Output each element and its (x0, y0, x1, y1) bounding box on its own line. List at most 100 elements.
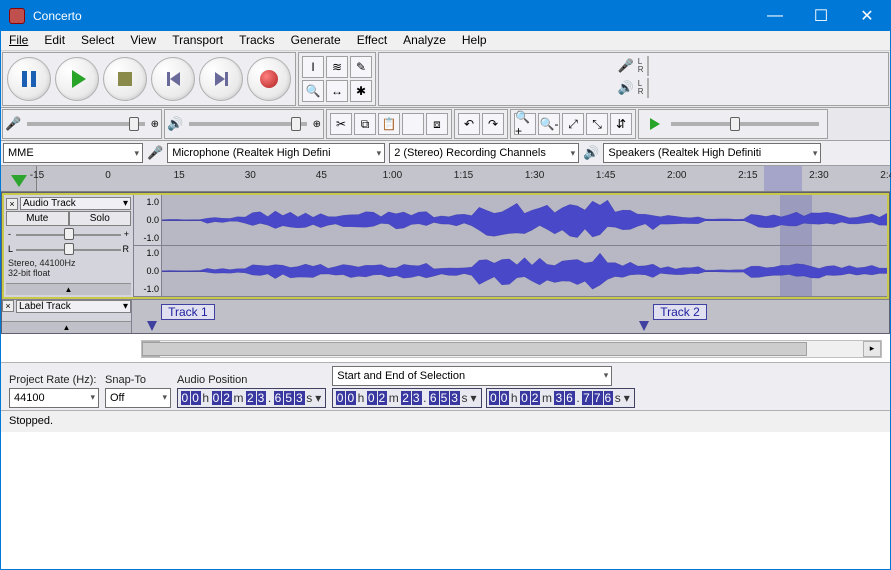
pan-slider[interactable]: LR (6, 242, 131, 256)
play-head-icon (11, 175, 27, 187)
toolbar-row-1: I ≋ ✎ 🔍 ↔ ✱ 🎤 LR -57-54-51-48-45-42-18-1… (1, 51, 890, 108)
scroll-thumb[interactable] (142, 342, 807, 356)
recording-meter[interactable]: -57-54-51-48-45-42-18-15-12-9-6-30 Click… (647, 56, 649, 76)
label-track-menu-button[interactable]: Label Track▾ (16, 300, 131, 313)
snap-to-combo[interactable]: Off (105, 388, 171, 408)
play-at-speed-button[interactable] (642, 113, 664, 135)
output-device-icon: 🔊 (583, 145, 599, 161)
menu-edit[interactable]: Edit (36, 31, 73, 50)
zoom-tool-icon[interactable]: 🔍 (302, 80, 324, 102)
status-text: Stopped. (9, 415, 53, 427)
rec-channels-combo[interactable]: 2 (Stereo) Recording Channels (389, 143, 579, 163)
menu-effect[interactable]: Effect (349, 31, 395, 50)
playback-meter[interactable]: -57-54-51-48-45-42-39-36-33-30-27-24-21-… (647, 78, 649, 98)
vertical-scale-right: 1.00.0-1.0 (134, 246, 162, 296)
input-device-combo[interactable]: Microphone (Realtek High Defini (167, 143, 385, 163)
fit-project-icon[interactable]: ⤡ (586, 113, 608, 135)
waveform-right-channel[interactable] (162, 246, 887, 296)
timeshift-tool-icon[interactable]: ↔ (326, 80, 348, 102)
cut-icon[interactable]: ✂ (330, 113, 352, 135)
scroll-right-button[interactable]: ▸ (863, 341, 881, 357)
titlebar: Concerto — ☐ ✕ (1, 1, 890, 31)
track-close-button[interactable]: × (6, 198, 18, 210)
track-format-info: Stereo, 44100Hz32-bit float (6, 257, 131, 281)
mixer-rec-slider[interactable]: 🎤 ⊕ (2, 109, 162, 139)
timeline-ruler[interactable]: -1501530451:001:151:301:452:002:152:302:… (37, 166, 890, 191)
selection-tool-icon[interactable]: I (302, 56, 324, 78)
label-track: × Label Track▾ ▲ Track 1 Track 2 (2, 299, 889, 333)
zoom-out-icon[interactable]: 🔍- (538, 113, 560, 135)
label-track-panel: × Label Track▾ ▲ (2, 300, 132, 333)
selection-mode-combo[interactable]: Start and End of Selection (332, 366, 612, 386)
zoom-toggle-icon[interactable]: ⇵ (610, 113, 632, 135)
minimize-button[interactable]: — (752, 1, 798, 31)
mixer-play-slider[interactable]: 🔊 ⊕ (164, 109, 324, 139)
menu-view[interactable]: View (122, 31, 164, 50)
selection-start-field[interactable]: 00h02m23.653s▾ (332, 388, 481, 408)
speaker-icon[interactable]: 🔊 (618, 80, 634, 96)
output-device-combo[interactable]: Speakers (Realtek High Definiti (603, 143, 821, 163)
vertical-scale-left: 1.00.0-1.0 (134, 195, 162, 245)
skip-start-button[interactable] (151, 57, 195, 101)
menu-file[interactable]: File (1, 31, 36, 50)
app-icon (9, 8, 25, 24)
tracks-area: × Audio Track▾ Mute Solo -+ LR Stereo, 4… (1, 192, 890, 334)
silence-icon[interactable]: ⧈ (426, 113, 448, 135)
pause-button[interactable] (7, 57, 51, 101)
label-flag[interactable]: Track 2 (639, 304, 707, 320)
mute-button[interactable]: Mute (6, 211, 69, 226)
multi-tool-icon[interactable]: ✱ (350, 80, 372, 102)
menu-help[interactable]: Help (454, 31, 495, 50)
trim-icon[interactable]: ⶿ (402, 113, 424, 135)
audio-position-field[interactable]: 00h02m23.653s▾ (177, 388, 326, 408)
mic-slider-icon: 🎤 (5, 116, 21, 132)
record-button[interactable] (247, 57, 291, 101)
selection-end-field[interactable]: 00h02m36.776s▾ (486, 388, 635, 408)
zoom-toolbar: 🔍+ 🔍- ⤢ ⤡ ⇵ (510, 109, 636, 139)
label-track-area[interactable]: Track 1 Track 2 (132, 300, 889, 333)
project-rate-label: Project Rate (Hz): (9, 374, 99, 386)
undo-toolbar: ↶ ↷ (454, 109, 508, 139)
menu-analyze[interactable]: Analyze (395, 31, 454, 50)
rec-meter-lr: LR (636, 58, 646, 74)
play-button[interactable] (55, 57, 99, 101)
maximize-button[interactable]: ☐ (798, 1, 844, 31)
gain-slider[interactable]: -+ (6, 227, 131, 241)
timeline-selection (764, 166, 802, 191)
horizontal-scrollbar[interactable]: ◂ ▸ (141, 340, 882, 358)
label-track-close-button[interactable]: × (2, 300, 14, 312)
menu-generate[interactable]: Generate (283, 31, 349, 50)
audio-host-combo[interactable]: MME (3, 143, 143, 163)
menu-select[interactable]: Select (73, 31, 122, 50)
transport-toolbar (2, 52, 296, 106)
mic-icon[interactable]: 🎤 (618, 58, 634, 74)
solo-button[interactable]: Solo (69, 211, 132, 226)
statusbar: Stopped. (1, 410, 890, 432)
track-collapse-button[interactable]: ▲ (6, 283, 131, 295)
fit-selection-icon[interactable]: ⤢ (562, 113, 584, 135)
menu-transport[interactable]: Transport (164, 31, 231, 50)
undo-icon[interactable]: ↶ (458, 113, 480, 135)
copy-icon[interactable]: ⧉ (354, 113, 376, 135)
zoom-in-icon[interactable]: 🔍+ (514, 113, 536, 135)
track-menu-button[interactable]: Audio Track▾ (20, 197, 131, 210)
close-button[interactable]: ✕ (844, 1, 890, 31)
label-flag[interactable]: Track 1 (147, 304, 215, 320)
stop-button[interactable] (103, 57, 147, 101)
timeline[interactable]: -1501530451:001:151:301:452:002:152:302:… (1, 166, 890, 192)
waveform-left-channel[interactable] (162, 195, 887, 245)
track-control-panel: × Audio Track▾ Mute Solo -+ LR Stereo, 4… (4, 195, 134, 297)
plus-icon: ⊕ (151, 119, 159, 130)
skip-end-button[interactable] (199, 57, 243, 101)
label-track-collapse-button[interactable]: ▲ (2, 321, 131, 333)
waveform-area[interactable]: 1.00.0-1.0 1.00.0-1.0 (134, 195, 887, 297)
speaker-slider-icon: 🔊 (167, 116, 183, 132)
window-title: Concerto (33, 9, 82, 23)
draw-tool-icon[interactable]: ✎ (350, 56, 372, 78)
envelope-tool-icon[interactable]: ≋ (326, 56, 348, 78)
menu-tracks[interactable]: Tracks (231, 31, 283, 50)
rec-meter-label: Click to Start Monitoring (647, 56, 649, 76)
project-rate-combo[interactable]: 44100 (9, 388, 99, 408)
paste-icon[interactable]: 📋 (378, 113, 400, 135)
redo-icon[interactable]: ↷ (482, 113, 504, 135)
